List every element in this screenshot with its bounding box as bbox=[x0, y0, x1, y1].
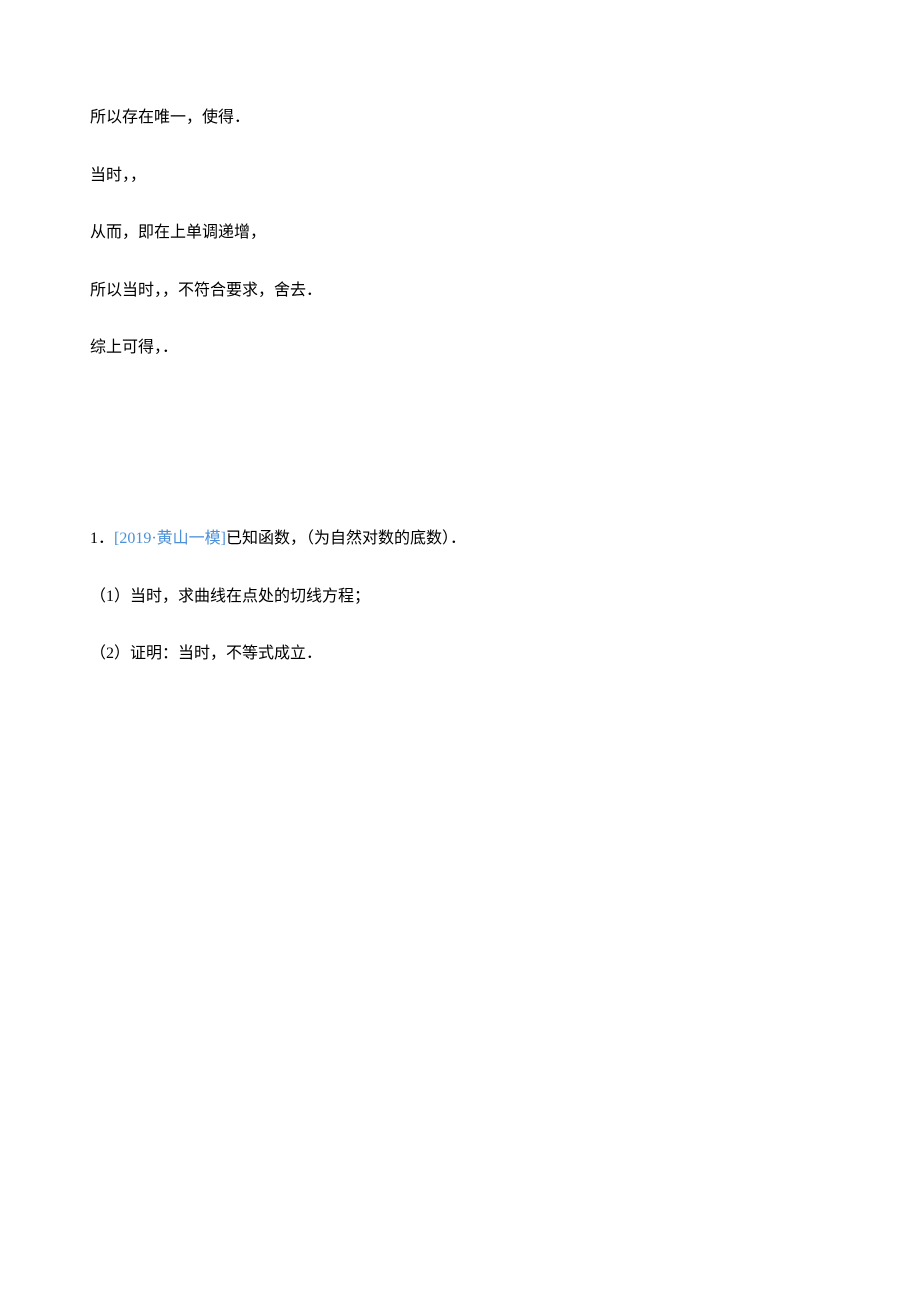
problem-citation: [2019·黄山一模] bbox=[114, 530, 226, 547]
sub-text: （1）当时，求曲线在点处的切线方程； bbox=[90, 588, 370, 605]
para-text: 所以存在唯一，使得． bbox=[90, 109, 250, 126]
problem-text: 已知函数，（为自然对数的底数）． bbox=[226, 530, 466, 547]
para-text: 当时，， bbox=[90, 167, 146, 184]
problem-number: 1． bbox=[90, 530, 114, 547]
paragraph-3: 从而，即在上单调递增， bbox=[90, 220, 830, 246]
paragraph-4: 所以当时，，不符合要求，舍去． bbox=[90, 278, 830, 304]
paragraph-2: 当时，， bbox=[90, 163, 830, 189]
paragraph-1: 所以存在唯一，使得． bbox=[90, 105, 830, 131]
problem-sub-2: （2）证明：当时，不等式成立． bbox=[90, 641, 830, 667]
problem-sub-1: （1）当时，求曲线在点处的切线方程； bbox=[90, 584, 830, 610]
paragraph-5: 综上可得，． bbox=[90, 335, 830, 361]
problem-header: 1．[2019·黄山一模]已知函数，（为自然对数的底数）． bbox=[90, 526, 830, 552]
sub-text: （2）证明：当时，不等式成立． bbox=[90, 645, 322, 662]
para-text: 所以当时，，不符合要求，舍去． bbox=[90, 282, 322, 299]
para-text: 从而，即在上单调递增， bbox=[90, 224, 266, 241]
problem-block: 1．[2019·黄山一模]已知函数，（为自然对数的底数）． （1）当时，求曲线在… bbox=[90, 526, 830, 667]
para-text: 综上可得，． bbox=[90, 339, 178, 356]
